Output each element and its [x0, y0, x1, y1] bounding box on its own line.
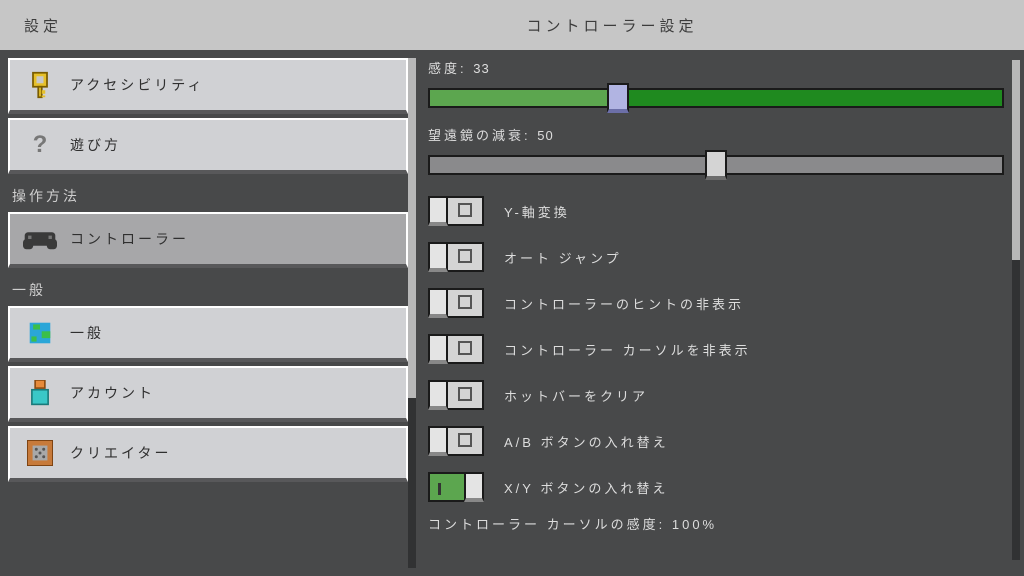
- toggle-auto_jump[interactable]: [428, 242, 484, 272]
- creator-icon: [10, 440, 70, 466]
- settings-title: 設定: [0, 15, 86, 36]
- toggle-label: ホットバーをクリア: [504, 386, 648, 405]
- toggle-row-auto_jump: オート ジャンプ: [428, 238, 1004, 276]
- sensitivity-label: 感度: 33: [428, 58, 1004, 77]
- spyglass-label: 望遠鏡の減衰: 50: [428, 125, 1004, 144]
- sidebar-item-general[interactable]: 一般: [8, 306, 408, 362]
- toggle-hide_cursor[interactable]: [428, 334, 484, 364]
- sidebar-item-label: アカウント: [70, 383, 155, 403]
- toggle-hide_hints[interactable]: [428, 288, 484, 318]
- sidebar-scrollbar[interactable]: [408, 58, 416, 568]
- sidebar-item-label: 遊び方: [70, 135, 121, 155]
- panel-scrollbar[interactable]: [1012, 60, 1020, 560]
- toggle-label: X/Y ボタンの入れ替え: [504, 478, 668, 497]
- sidebar-item-label: コントローラー: [70, 229, 189, 249]
- toggle-clear_hotbar[interactable]: [428, 380, 484, 410]
- toggle-row-clear_hotbar: ホットバーをクリア: [428, 376, 1004, 414]
- sensitivity-slider-block: 感度: 33: [428, 58, 1004, 113]
- sidebar-item-label: クリエイター: [70, 443, 171, 463]
- page-title: コントローラー設定: [326, 15, 697, 36]
- key-icon: [10, 71, 70, 99]
- sidebar-item-label: 一般: [70, 323, 104, 343]
- toggle-label: オート ジャンプ: [504, 248, 622, 267]
- sidebar-item-label: アクセシビリティ: [70, 75, 204, 95]
- sidebar-item-accessibility[interactable]: アクセシビリティ: [8, 58, 408, 114]
- globe-icon: [10, 321, 70, 345]
- toggle-row-swap_ab: A/B ボタンの入れ替え: [428, 422, 1004, 460]
- sidebar-item-account[interactable]: アカウント: [8, 366, 408, 422]
- spyglass-slider[interactable]: [428, 150, 1004, 180]
- account-icon: [10, 380, 70, 406]
- cursor-sensitivity-label: コントローラー カーソルの感度: 100%: [428, 514, 1004, 533]
- spyglass-slider-block: 望遠鏡の減衰: 50: [428, 125, 1004, 180]
- toggle-label: コントローラーのヒントの非表示: [504, 294, 744, 313]
- toggle-invert_y[interactable]: [428, 196, 484, 226]
- sidebar-item-howto[interactable]: ? 遊び方: [8, 118, 408, 174]
- sidebar-item-controller[interactable]: コントローラー: [8, 212, 408, 268]
- section-header-general: 一般: [8, 272, 408, 306]
- toggle-label: Y-軸変換: [504, 202, 570, 221]
- sensitivity-slider[interactable]: [428, 83, 1004, 113]
- toggle-swap_xy[interactable]: [428, 472, 484, 502]
- header: 設定 コントローラー設定: [0, 0, 1024, 50]
- toggle-row-invert_y: Y-軸変換: [428, 192, 1004, 230]
- toggle-row-hide_hints: コントローラーのヒントの非表示: [428, 284, 1004, 322]
- question-icon: ?: [10, 131, 70, 159]
- controller-icon: [10, 228, 70, 250]
- toggle-label: A/B ボタンの入れ替え: [504, 432, 669, 451]
- toggle-row-hide_cursor: コントローラー カーソルを非表示: [428, 330, 1004, 368]
- toggle-swap_ab[interactable]: [428, 426, 484, 456]
- sidebar-item-creator[interactable]: クリエイター: [8, 426, 408, 482]
- section-header-controls: 操作方法: [8, 178, 408, 212]
- toggle-row-swap_xy: X/Y ボタンの入れ替え: [428, 468, 1004, 506]
- settings-panel: 感度: 33 望遠鏡の減衰: 50 Y-軸変換オート ジャンプコントローラーのヒ…: [416, 50, 1024, 576]
- sidebar: アクセシビリティ ? 遊び方 操作方法 コントローラー 一般 一般 アカウント: [0, 50, 416, 576]
- toggle-label: コントローラー カーソルを非表示: [504, 340, 751, 359]
